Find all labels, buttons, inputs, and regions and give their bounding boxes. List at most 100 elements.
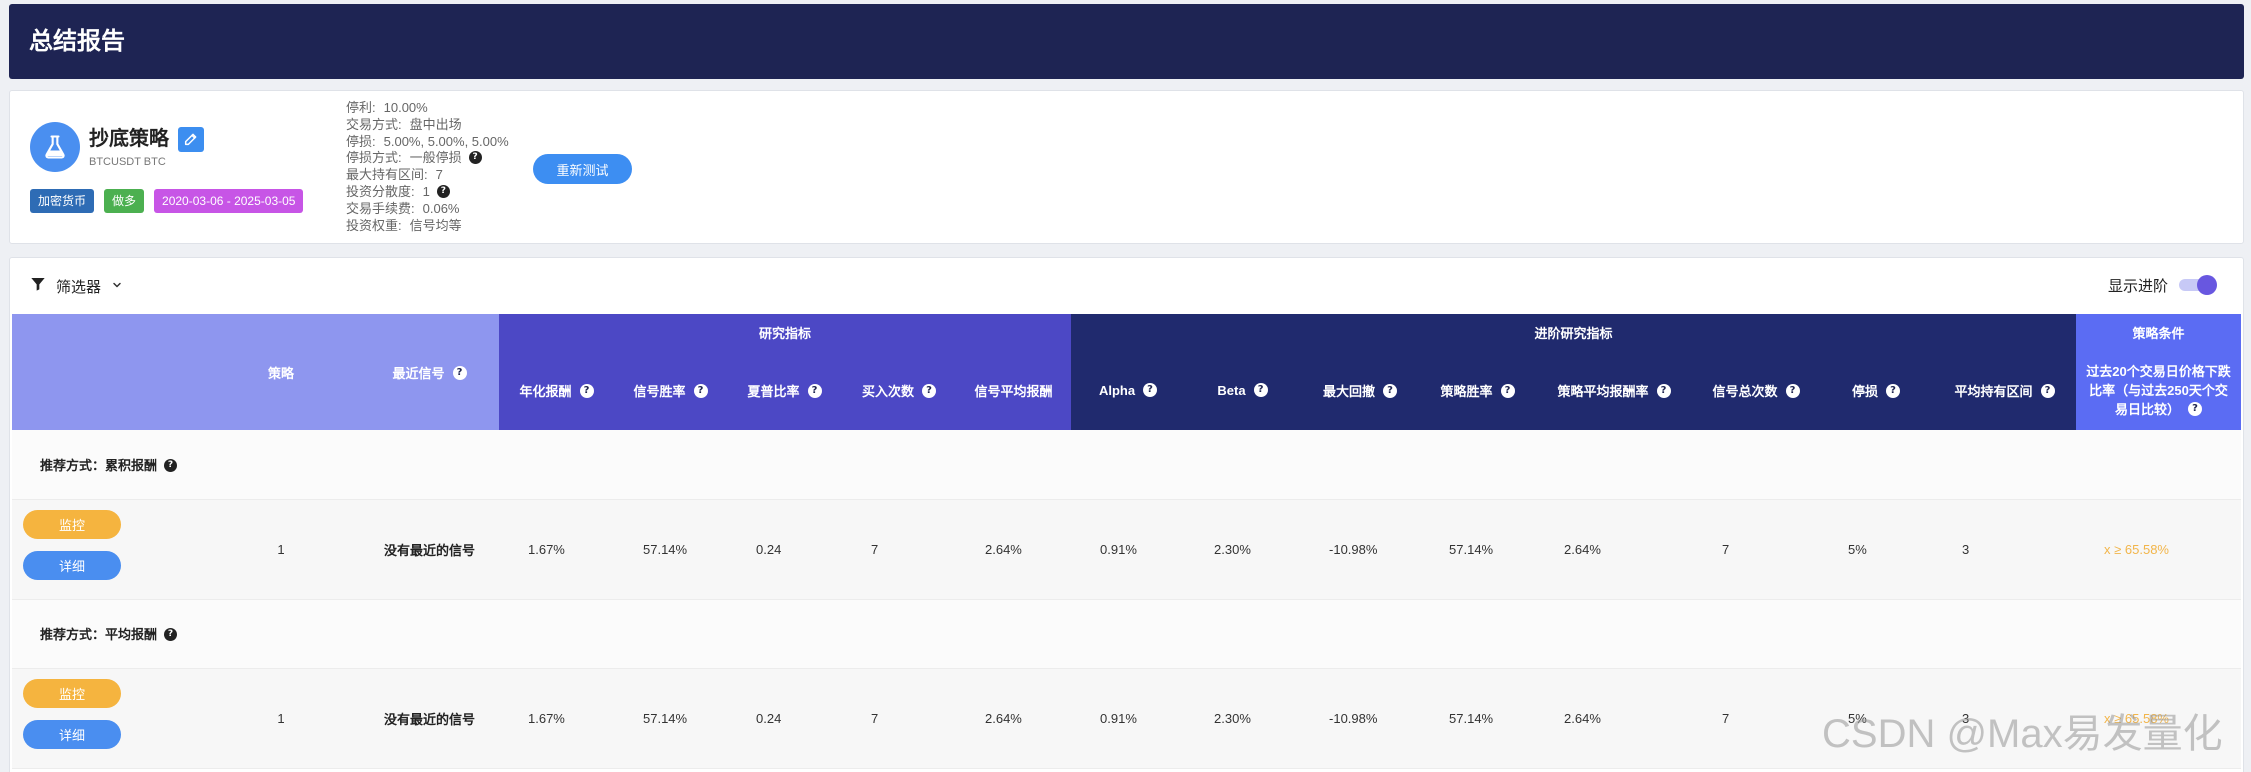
- help-icon[interactable]: [468, 151, 482, 165]
- help-icon[interactable]: [579, 384, 594, 398]
- cell-buy-count: 7: [842, 499, 956, 600]
- cell-signal-avg-return: 2.64%: [956, 668, 1072, 769]
- cell-sharpe: 0.24: [727, 499, 842, 600]
- group-header-research: 研究指标: [499, 314, 1072, 351]
- cell-avg-holding: 3: [1933, 499, 2077, 600]
- column-header-label: 过去20个交易日价格下跌比率（与过去250天个交易日比较）: [2086, 364, 2231, 417]
- help-icon[interactable]: [1143, 383, 1158, 397]
- advanced-toggle[interactable]: [2179, 275, 2217, 295]
- cell-sharpe: 0.24: [727, 668, 842, 769]
- help-icon[interactable]: [1656, 384, 1671, 398]
- actions-column-header: [12, 314, 202, 430]
- column-header-avg-holding: 平均持有区间: [1933, 351, 2077, 430]
- help-icon[interactable]: [164, 628, 178, 641]
- actions-cell: 监控 详细: [12, 668, 202, 769]
- cell-signal-avg-return: 2.64%: [956, 499, 1072, 600]
- column-header-label: 停损: [1852, 384, 1879, 399]
- toggle-knob: [2197, 275, 2217, 295]
- flask-icon: [30, 122, 80, 172]
- column-header-label: 年化报酬: [519, 384, 572, 399]
- param-value: 盘中出场: [409, 116, 462, 132]
- param-value: 0.06%: [422, 200, 460, 216]
- column-header-alpha: Alpha: [1071, 351, 1186, 430]
- filter-dropdown[interactable]: 筛选器: [30, 258, 123, 314]
- cell-beta: 2.30%: [1185, 499, 1301, 600]
- column-header-label: 平均持有区间: [1954, 384, 2033, 399]
- column-header-recent-signal: 最近信号: [360, 314, 499, 430]
- column-header-beta: Beta: [1185, 351, 1301, 430]
- param-diversification: 投资分散度: 1: [346, 184, 509, 201]
- row-actions: 监控 详细: [23, 509, 202, 580]
- column-header-strategy-avg-return: 策略平均报酬率: [1535, 351, 1694, 430]
- column-header-label: 信号平均报酬: [974, 384, 1053, 399]
- help-icon[interactable]: [922, 384, 936, 398]
- cell-strategy: 1: [202, 668, 360, 769]
- filter-label: 筛选器: [56, 278, 102, 296]
- help-icon[interactable]: [452, 365, 467, 380]
- monitor-button[interactable]: 监控: [23, 678, 121, 708]
- param-label: 最大持有区间:: [346, 167, 428, 183]
- market-badge: 加密货币: [30, 189, 95, 213]
- help-icon[interactable]: [1253, 383, 1268, 397]
- group-header-condition: 策略条件: [2076, 314, 2242, 351]
- detail-button[interactable]: 详细: [23, 550, 121, 580]
- strategy-name: 抄底策略: [89, 128, 169, 150]
- param-label: 停损方式:: [346, 150, 402, 166]
- header-group-row: 策略 最近信号 研究指标 进阶研究指标 策略条件: [12, 314, 2242, 430]
- cell-strategy-avg-return: 2.64%: [1535, 499, 1694, 600]
- column-header-annual-return: 年化报酬: [499, 351, 614, 430]
- period-badge: 2020-03-06 - 2025-03-05: [154, 189, 304, 213]
- help-icon[interactable]: [164, 458, 178, 472]
- help-icon[interactable]: [2188, 402, 2203, 416]
- cell-condition: x ≥ 65.58%: [2076, 499, 2242, 600]
- column-header-signal-win-rate: 信号胜率: [614, 351, 727, 430]
- actions-cell: 监控 详细: [12, 499, 202, 600]
- cell-annual-return: 1.67%: [499, 668, 614, 769]
- retest-button[interactable]: 重新测试: [533, 154, 632, 184]
- help-icon[interactable]: [1500, 384, 1515, 398]
- column-header-label: 信号总次数: [1712, 384, 1778, 399]
- help-icon[interactable]: [693, 384, 708, 398]
- column-header-label: 最大回撤: [1323, 384, 1376, 399]
- cell-avg-holding: 3: [1933, 668, 2077, 769]
- cell-buy-count: 7: [842, 668, 956, 769]
- cell-strategy-avg-return: 2.64%: [1535, 668, 1694, 769]
- param-trade-mode: 交易方式: 盘中出场: [346, 117, 509, 134]
- section-cell: 推荐方式：平均报酬: [12, 599, 2242, 669]
- cell-recent-signal: 没有最近的信号: [360, 668, 499, 769]
- cell-signal-win-rate: 57.14%: [614, 668, 727, 769]
- column-header-label: 策略平均报酬率: [1557, 384, 1649, 399]
- direction-badge: 做多: [104, 189, 145, 213]
- param-label: 交易手续费:: [346, 200, 415, 216]
- results-table: 策略 最近信号 研究指标 进阶研究指标 策略条件 年化报酬 信号胜率 夏普比率 …: [12, 314, 2242, 769]
- param-value: 1: [422, 183, 430, 199]
- help-icon[interactable]: [1383, 384, 1398, 398]
- param-value: 信号均等: [409, 217, 462, 233]
- help-icon[interactable]: [807, 384, 822, 398]
- chevron-down-icon: [111, 278, 123, 295]
- edit-icon[interactable]: [178, 126, 204, 152]
- table-row: 监控 详细 1 没有最近的信号 1.67% 57.14% 0.24 7 2.64…: [12, 668, 2242, 769]
- param-label: 投资分散度:: [346, 183, 415, 199]
- help-icon[interactable]: [1785, 384, 1800, 398]
- cell-strategy-win-rate: 57.14%: [1420, 668, 1536, 769]
- section-row: 推荐方式：平均报酬: [12, 599, 2242, 669]
- monitor-button[interactable]: 监控: [23, 509, 121, 539]
- param-value: 5.00%, 5.00%, 5.00%: [383, 133, 509, 149]
- param-value: 10.00%: [383, 100, 428, 115]
- param-max-holding: 最大持有区间: 7: [346, 167, 509, 184]
- header-bar: 总结报告: [9, 4, 2244, 79]
- help-icon[interactable]: [2040, 384, 2055, 398]
- column-header-label: 信号胜率: [633, 384, 686, 399]
- param-take-profit: 停利: 10.00%: [346, 100, 509, 117]
- cell-annual-return: 1.67%: [499, 499, 614, 600]
- detail-button[interactable]: 详细: [23, 719, 121, 749]
- results-card: 筛选器 显示进阶 策略 最近信号 研究指标 进阶研究指标 策略条件: [9, 257, 2244, 772]
- help-icon[interactable]: [436, 184, 450, 198]
- help-icon[interactable]: [1886, 384, 1901, 398]
- cell-condition: x ≥ 65.58%: [2076, 668, 2242, 769]
- cell-recent-signal: 没有最近的信号: [360, 499, 499, 600]
- group-header-advanced: 进阶研究指标: [1071, 314, 2077, 351]
- column-header-label: 最近信号: [392, 365, 445, 381]
- column-header-signal-avg-return: 信号平均报酬: [956, 351, 1072, 430]
